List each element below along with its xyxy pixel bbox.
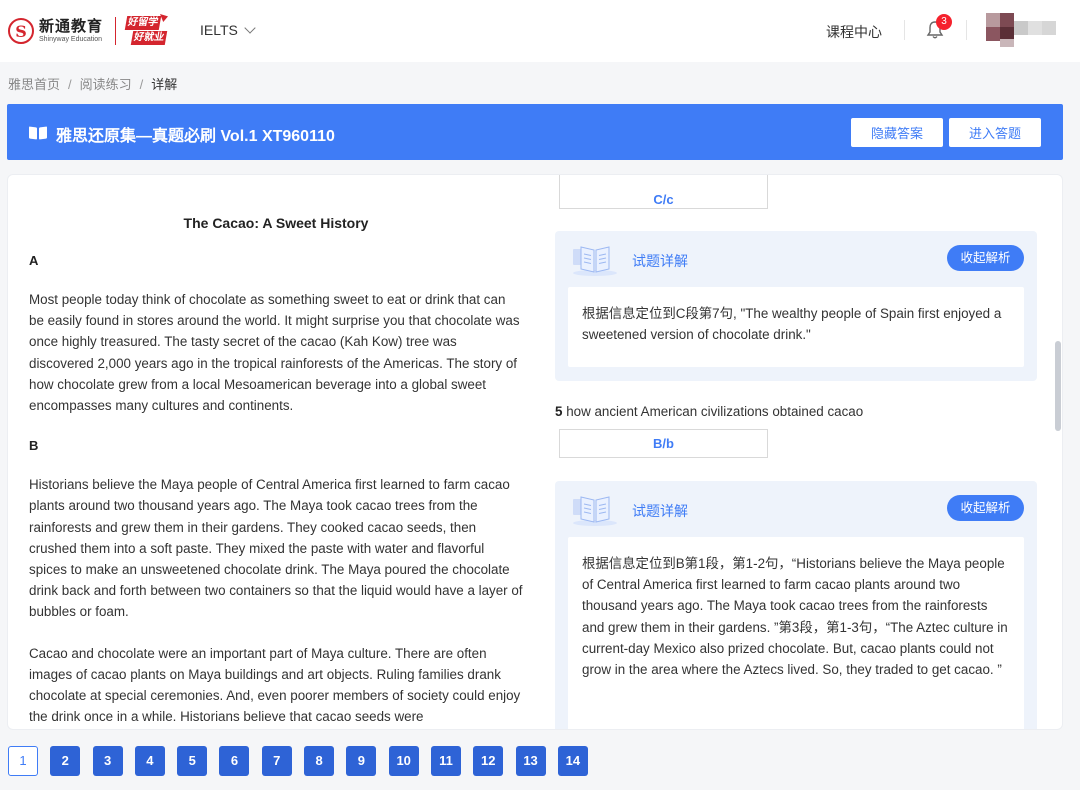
page-button-3[interactable]: 3 — [92, 746, 123, 776]
page-button-2[interactable]: 2 — [50, 746, 81, 776]
brand-logo[interactable]: S 新通教育 Shinyway Education 好留学 好就业 — [8, 14, 169, 46]
slogan-badge: 好留学 好就业 — [124, 14, 169, 46]
passage-paragraph: Historians believe the Maya people of Ce… — [29, 477, 523, 620]
page-title: 雅思还原集—真题必刷 Vol.1 XT960110 — [56, 128, 335, 145]
enter-answering-button[interactable]: 进入答题 — [949, 118, 1041, 147]
breadcrumb-reading-practice[interactable]: 阅读练习 — [80, 77, 132, 92]
passage-paragraph: Cacao and chocolate were an important pa… — [29, 645, 521, 725]
page-button-14[interactable]: 14 — [557, 746, 588, 776]
brand-s-icon: S — [8, 18, 34, 44]
page-button-4[interactable]: 4 — [134, 746, 165, 776]
explanation-text: 根据信息定位到B第1段，第1-2句，“Historians believe th… — [568, 537, 1024, 729]
user-avatar[interactable] — [986, 13, 1066, 47]
question-pagination: 1 2 3 4 5 6 7 8 9 10 11 12 13 14 — [8, 746, 600, 776]
page-button-6[interactable]: 6 — [219, 746, 250, 776]
explanation-panel: 试题详解 收起解析 根据信息定位到B第1段，第1-2句，“Historians … — [555, 481, 1037, 729]
breadcrumb-current: 详解 — [151, 77, 178, 92]
exam-type-selector[interactable]: IELTS — [200, 22, 256, 38]
open-book-icon — [573, 246, 617, 276]
course-center-link[interactable]: 课程中心 — [826, 22, 882, 42]
scrollbar-thumb[interactable] — [1055, 341, 1061, 431]
hide-answers-button[interactable]: 隐藏答案 — [851, 118, 943, 147]
passage-paragraph: Most people today think of chocolate as … — [29, 292, 520, 414]
content-card: The Cacao: A Sweet History A Most people… — [7, 174, 1063, 730]
section-heading: A — [29, 253, 39, 268]
exam-type-label: IELTS — [200, 22, 238, 38]
book-icon — [29, 127, 47, 141]
open-book-icon — [573, 496, 617, 526]
page-button-8[interactable]: 8 — [304, 746, 335, 776]
answer-box: B/b — [559, 429, 768, 458]
passage-panel[interactable]: The Cacao: A Sweet History A Most people… — [29, 175, 523, 729]
page-button-1[interactable]: 1 — [8, 746, 38, 776]
explanation-panel: 试题详解 收起解析 根据信息定位到C段第7句, "The wealthy peo… — [555, 231, 1037, 381]
brand-name-en: Shinyway Education — [39, 36, 103, 43]
chevron-down-icon — [244, 22, 256, 34]
flag-icon — [160, 14, 169, 22]
breadcrumb-ielts-home[interactable]: 雅思首页 — [8, 77, 60, 92]
brand-name-cn: 新通教育 — [39, 18, 104, 35]
breadcrumb: 雅思首页 / 阅读练习 / 详解 — [8, 77, 178, 92]
page-button-12[interactable]: 12 — [473, 746, 504, 776]
header-divider — [904, 20, 905, 40]
explanation-label: 试题详解 — [632, 503, 688, 519]
question-5: 5 how ancient American civilizations obt… — [555, 404, 863, 419]
page-button-9[interactable]: 9 — [346, 746, 377, 776]
title-banner: 雅思还原集—真题必刷 Vol.1 XT960110 隐藏答案 进入答题 — [7, 104, 1063, 160]
notification-badge: 3 — [936, 14, 952, 30]
section-heading: B — [29, 438, 39, 454]
page-button-13[interactable]: 13 — [515, 746, 546, 776]
page-button-11[interactable]: 11 — [430, 746, 461, 776]
explanation-text: 根据信息定位到C段第7句, "The wealthy people of Spa… — [568, 287, 1024, 367]
top-navigation-bar: S 新通教育 Shinyway Education 好留学 好就业 IELTS … — [0, 0, 1080, 62]
collapse-explanation-button[interactable]: 收起解析 — [947, 495, 1024, 521]
page-button-7[interactable]: 7 — [261, 746, 292, 776]
page-button-5[interactable]: 5 — [177, 746, 208, 776]
header-divider — [966, 20, 967, 40]
scrollbar[interactable] — [1054, 175, 1062, 729]
explanation-label: 试题详解 — [632, 253, 688, 269]
question-number: 5 — [555, 404, 563, 419]
questions-panel[interactable]: C/c 试题详解 收起解析 根据信息定位到C段第7句, "The wealthy… — [555, 175, 1037, 729]
page-button-10[interactable]: 10 — [388, 746, 419, 776]
passage-title: The Cacao: A Sweet History — [183, 215, 369, 231]
answer-box: C/c — [559, 175, 768, 209]
collapse-explanation-button[interactable]: 收起解析 — [947, 245, 1024, 271]
question-text: how ancient American civilizations obtai… — [566, 404, 864, 419]
logo-divider — [115, 17, 117, 45]
